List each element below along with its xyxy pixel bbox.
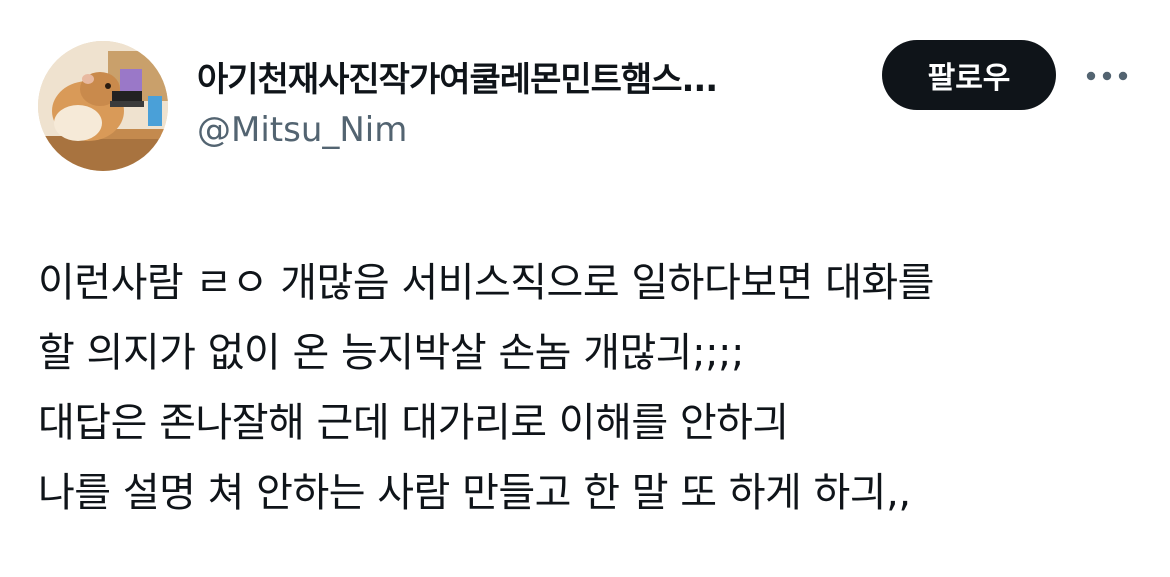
tweet-text-line: 할 의지가 없이 온 능지박살 손놈 개많긔;;;; <box>38 330 745 376</box>
follow-button[interactable]: 팔로우 <box>882 40 1056 110</box>
tweet-card: 아기천재사진작가여쿨레몬민트햄스... @Mitsu_Nim 팔로우 이런사람 … <box>0 0 1170 577</box>
author-avatar[interactable] <box>38 41 168 171</box>
hamster-photo-avatar-icon <box>38 41 168 171</box>
author-handle[interactable]: @Mitsu_Nim <box>197 110 407 150</box>
tweet-text-line: 나를 설명 쳐 안하는 사람 만들고 한 말 또 하게 하긔,, <box>38 470 911 516</box>
tweet-text-line: 이런사람 ㄹㅇ 개많음 서비스직으로 일하다보면 대화를 <box>38 260 934 306</box>
more-options-button[interactable] <box>1082 58 1132 94</box>
more-horizontal-icon <box>1086 71 1128 81</box>
tweet-text: 이런사람 ㄹㅇ 개많음 서비스직으로 일하다보면 대화를 할 의지가 없이 온 … <box>38 248 1138 528</box>
author-display-name[interactable]: 아기천재사진작가여쿨레몬민트햄스... <box>197 52 718 101</box>
tweet-text-line: 대답은 존나잘해 근데 대가리로 이해를 안하긔 <box>38 400 789 446</box>
